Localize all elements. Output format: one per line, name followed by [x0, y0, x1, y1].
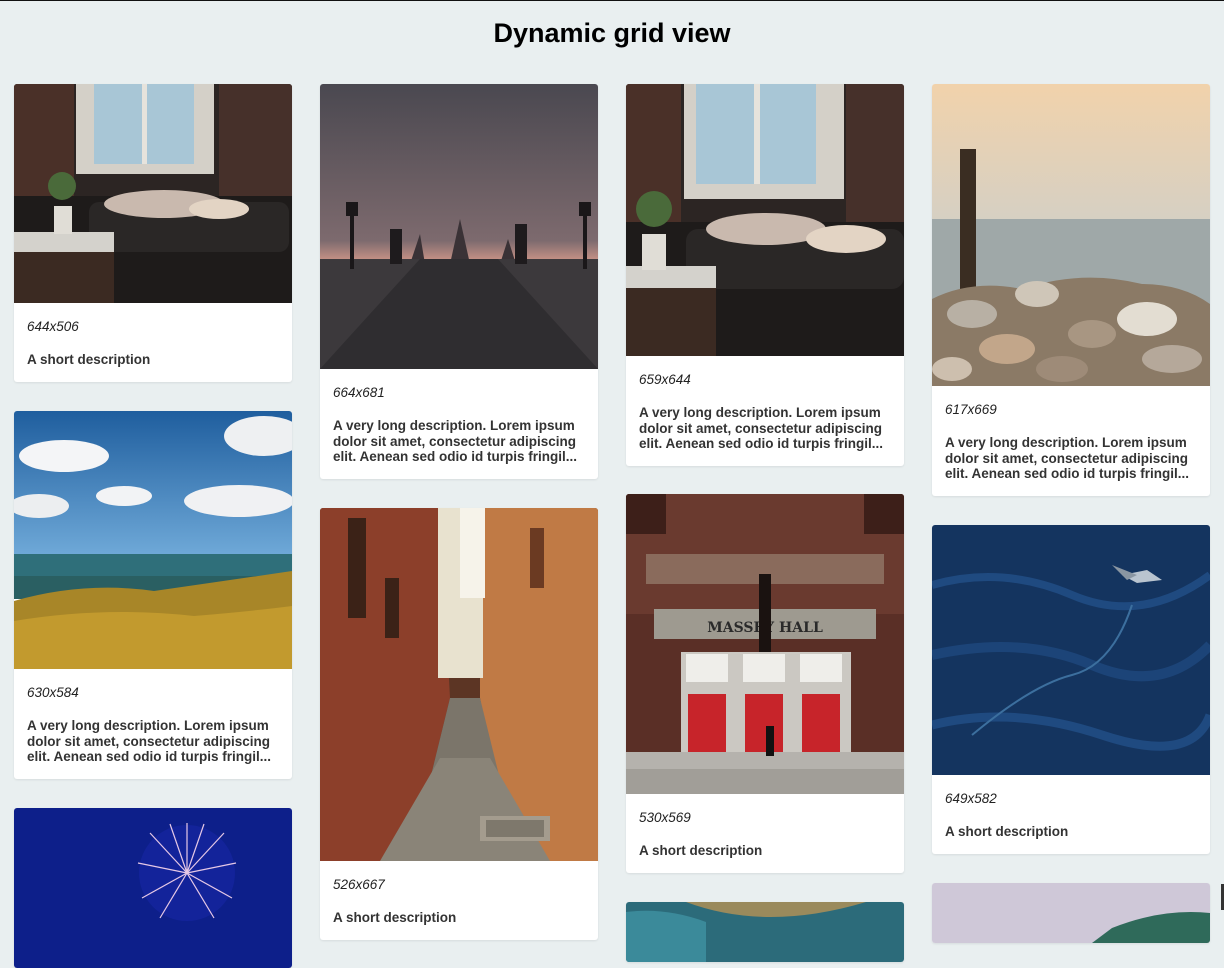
- card-image[interactable]: [932, 883, 1210, 943]
- grid-card[interactable]: 659x644 A very long description. Lorem i…: [626, 84, 904, 466]
- card-size: 659x644: [639, 372, 691, 387]
- card-size: 644x506: [27, 319, 79, 334]
- card-image[interactable]: [626, 902, 904, 962]
- card-image[interactable]: [14, 84, 292, 303]
- card-description: A very long description. Lorem ipsum dol…: [945, 435, 1190, 481]
- grid-card[interactable]: 630x584 A very long description. Lorem i…: [14, 411, 292, 779]
- card-size: 664x681: [333, 385, 385, 400]
- card-image[interactable]: [320, 84, 598, 369]
- grid-card[interactable]: [932, 883, 1210, 943]
- grid-card[interactable]: 649x582 A short description: [932, 525, 1210, 854]
- card-description: A short description: [333, 910, 457, 925]
- grid-card[interactable]: 664x681 A very long description. Lorem i…: [320, 84, 598, 479]
- card-image[interactable]: [14, 808, 292, 968]
- card-size: 530x569: [639, 810, 691, 825]
- card-size: 526x667: [333, 877, 385, 892]
- card-description: A very long description. Lorem ipsum dol…: [333, 418, 578, 464]
- card-image[interactable]: [320, 508, 598, 861]
- card-description: A very long description. Lorem ipsum dol…: [27, 718, 272, 764]
- card-description: A short description: [639, 843, 763, 858]
- card-description: A very long description. Lorem ipsum dol…: [639, 405, 884, 451]
- grid-card[interactable]: 617x669 A very long description. Lorem i…: [932, 84, 1210, 496]
- grid-card[interactable]: [626, 902, 904, 962]
- card-image[interactable]: [932, 525, 1210, 775]
- grid-card[interactable]: 526x667 A short description: [320, 508, 598, 940]
- card-description: A short description: [27, 352, 151, 367]
- card-description: A short description: [945, 824, 1069, 839]
- card-image[interactable]: [626, 84, 904, 356]
- card-image[interactable]: MASSEY HALL: [626, 494, 904, 794]
- page-title: Dynamic grid view: [493, 18, 731, 48]
- grid-card[interactable]: 644x506 A short description: [14, 84, 292, 382]
- card-size: 630x584: [27, 685, 79, 700]
- card-size: 649x582: [945, 791, 997, 806]
- card-image[interactable]: [932, 84, 1210, 386]
- grid-card[interactable]: MASSEY HALL 530x569 A short description: [626, 494, 904, 873]
- grid-card[interactable]: [14, 808, 292, 968]
- card-image[interactable]: [14, 411, 292, 669]
- card-size: 617x669: [945, 402, 997, 417]
